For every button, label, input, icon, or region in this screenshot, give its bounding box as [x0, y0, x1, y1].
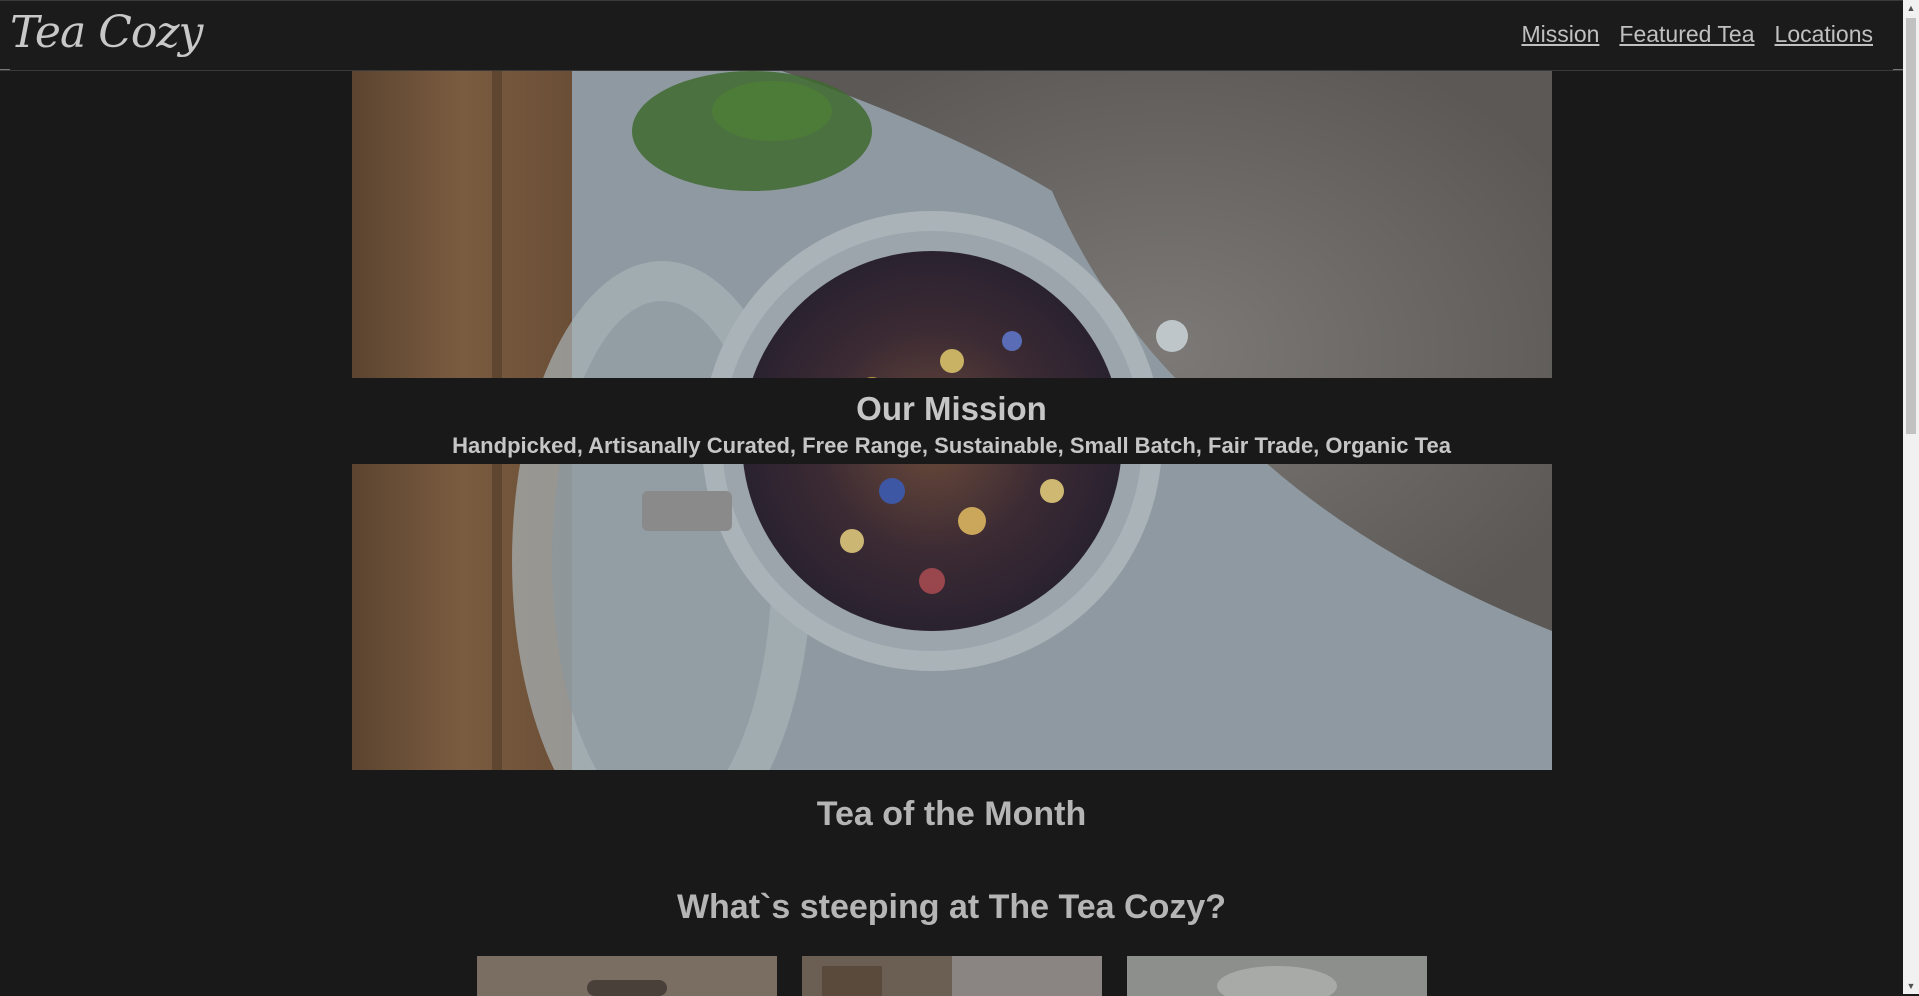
nav-link-locations[interactable]: Locations	[1775, 21, 1873, 48]
steeping-heading: What`s steeping at The Tea Cozy?	[676, 888, 1227, 926]
scroll-up-icon[interactable]: ▲	[1903, 0, 1919, 16]
mission-subtitle: Handpicked, Artisanally Curated, Free Ra…	[452, 433, 1451, 458]
tea-card-image-3	[1127, 956, 1427, 996]
site-header: Tea Cozy Mission Featured Tea Locations	[0, 1, 1903, 71]
mission-title: Our Mission	[856, 390, 1047, 427]
header-tick-right	[1893, 69, 1903, 70]
scrollbar-thumb[interactable]	[1906, 18, 1916, 434]
logo[interactable]: Tea Cozy	[10, 7, 203, 58]
main-nav: Mission Featured Tea Locations	[1521, 21, 1873, 48]
nav-link-featured-tea[interactable]: Featured Tea	[1619, 21, 1754, 48]
tea-cards	[477, 956, 1427, 996]
tea-card-1[interactable]	[477, 956, 777, 996]
tea-of-the-month-heading: Tea of the Month	[816, 795, 1087, 833]
page-scrollbar[interactable]: ▲ ▼	[1903, 0, 1919, 994]
tea-card-3[interactable]	[1127, 956, 1427, 996]
tea-card-image-1	[477, 956, 777, 996]
tea-card-image-2	[802, 956, 1102, 996]
tea-card-2[interactable]	[802, 956, 1102, 996]
header-tick-left	[0, 69, 10, 70]
mission-section: Our Mission Handpicked, Artisanally Cura…	[0, 71, 1903, 770]
mission-text-band: Our Mission Handpicked, Artisanally Cura…	[0, 378, 1903, 464]
nav-link-mission[interactable]: Mission	[1521, 21, 1599, 48]
scroll-down-icon[interactable]: ▼	[1903, 978, 1919, 994]
